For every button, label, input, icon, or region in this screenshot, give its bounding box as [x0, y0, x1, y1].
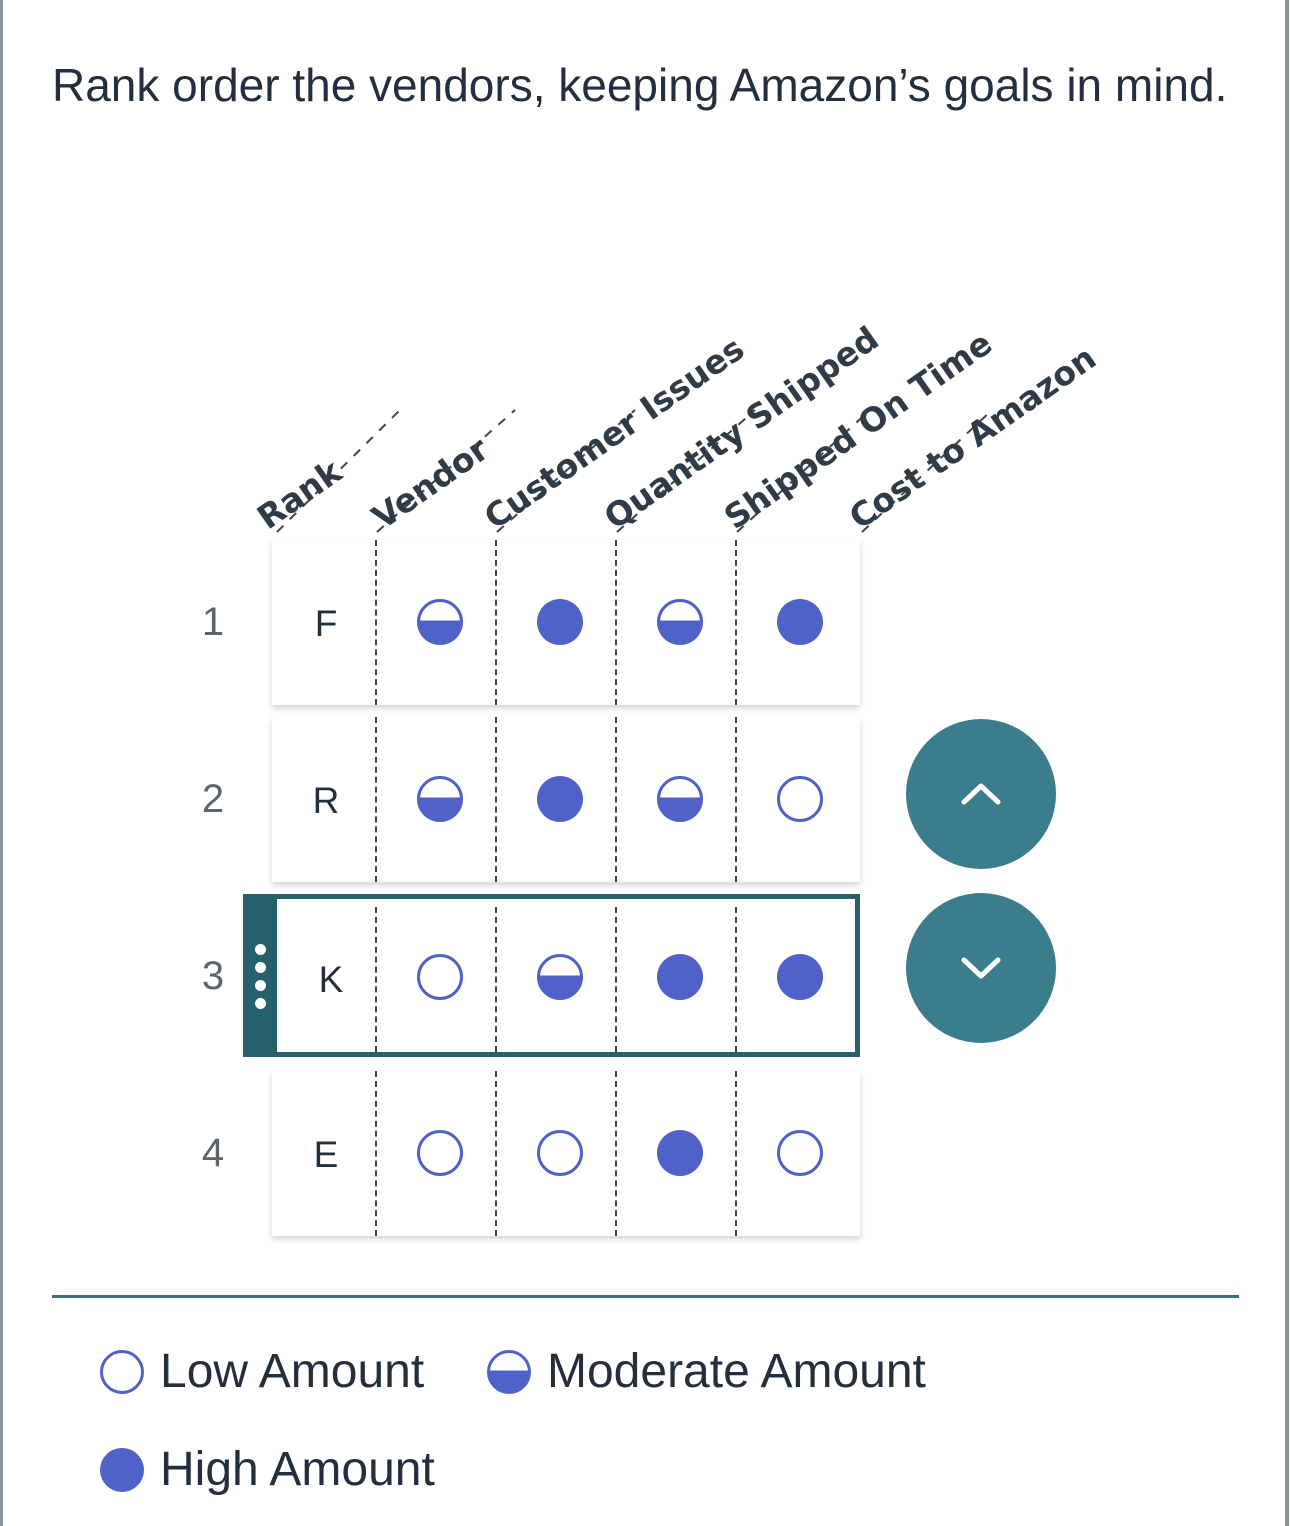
shipped-on-time-indicator — [657, 1130, 703, 1176]
column-divider — [615, 907, 617, 1052]
rank-number: 4 — [201, 1131, 225, 1175]
header-customer-issues: Customer Issues — [477, 328, 752, 537]
section-divider — [52, 1295, 1239, 1298]
column-divider — [735, 540, 737, 705]
shipped-on-time-indicator — [657, 776, 703, 822]
frame-border-left — [0, 0, 3, 1526]
quantity-shipped-indicator — [537, 599, 583, 645]
legend-high-label: High Amount — [160, 1443, 435, 1496]
column-divider — [375, 540, 377, 705]
column-divider — [735, 907, 737, 1052]
header-quantity-shipped: Quantity Shipped — [597, 318, 886, 537]
column-divider — [735, 717, 737, 882]
cost-to-amazon-indicator — [777, 1130, 823, 1176]
move-down-button[interactable] — [906, 893, 1056, 1043]
shipped-on-time-indicator — [657, 599, 703, 645]
rank-number: 1 — [201, 600, 225, 644]
column-divider — [495, 540, 497, 705]
vendor-row-r[interactable]: R — [272, 717, 860, 882]
chevron-up-icon — [961, 783, 1001, 805]
legend-low-label: Low Amount — [160, 1345, 425, 1398]
quantity-shipped-indicator — [537, 954, 583, 1000]
vendor-letter: F — [314, 603, 338, 644]
customer-issues-indicator — [417, 954, 463, 1000]
column-divider — [615, 717, 617, 882]
question-prompt: Rank order the vendors, keeping Amazon’s… — [52, 59, 1228, 111]
customer-issues-indicator — [417, 776, 463, 822]
moderate-amount-icon — [487, 1350, 531, 1394]
legend-moderate-label: Moderate Amount — [547, 1345, 926, 1398]
vendor-letter: K — [318, 959, 344, 1000]
move-up-button[interactable] — [906, 719, 1056, 869]
column-divider — [495, 717, 497, 882]
legend-moderate: Moderate Amount — [487, 1342, 926, 1402]
column-divider — [375, 1071, 377, 1236]
quantity-shipped-indicator — [537, 776, 583, 822]
high-amount-icon — [100, 1448, 144, 1492]
customer-issues-indicator — [417, 599, 463, 645]
column-divider — [375, 717, 377, 882]
vendor-row-e[interactable]: E — [272, 1071, 860, 1236]
column-divider — [375, 907, 377, 1052]
header-vendor: Vendor — [365, 429, 496, 537]
customer-issues-indicator — [417, 1130, 463, 1176]
header-rank: Rank — [250, 451, 349, 537]
legend-low: Low Amount — [100, 1342, 424, 1402]
shipped-on-time-indicator — [657, 954, 703, 1000]
column-divider — [495, 907, 497, 1052]
quantity-shipped-indicator — [537, 1130, 583, 1176]
column-divider — [495, 1071, 497, 1236]
cost-to-amazon-indicator — [777, 599, 823, 645]
frame-border-right — [1285, 0, 1289, 1526]
vendor-row-f[interactable]: F — [272, 540, 860, 705]
grip-dots-icon — [255, 944, 266, 1016]
legend-high: High Amount — [100, 1440, 435, 1500]
low-amount-icon — [100, 1350, 144, 1394]
column-divider — [615, 540, 617, 705]
header-cost-to-amazon: Cost to Amazon — [842, 337, 1103, 537]
rank-number: 2 — [201, 777, 225, 821]
cost-to-amazon-indicator — [777, 776, 823, 822]
column-divider — [735, 1071, 737, 1236]
column-divider — [615, 1071, 617, 1236]
vendor-letter: R — [312, 780, 340, 821]
cost-to-amazon-indicator — [777, 954, 823, 1000]
vendor-row-k[interactable]: K — [272, 894, 860, 1057]
rank-number: 3 — [201, 954, 225, 998]
header-shipped-on-time: Shipped On Time — [717, 323, 999, 537]
chevron-down-icon — [961, 957, 1001, 979]
vendor-letter: E — [313, 1134, 339, 1175]
